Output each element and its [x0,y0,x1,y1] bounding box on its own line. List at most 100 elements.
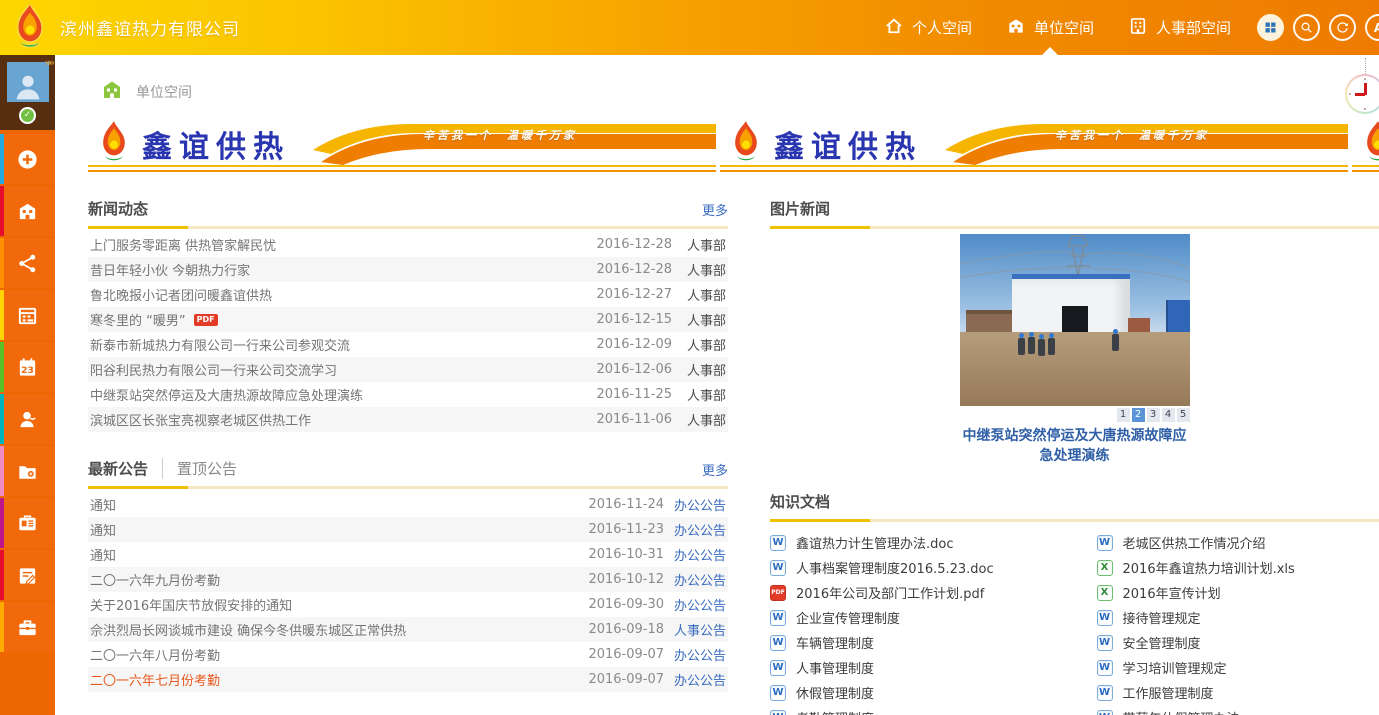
sidebar-item-home[interactable] [0,186,55,236]
search-button[interactable] [1293,14,1320,41]
news-item-title[interactable]: 滨城区区长张宝亮视察老城区供热工作 [90,410,592,429]
news-item-title[interactable]: 寒冬里的 “暖男”PDF [90,310,592,329]
doc-link[interactable]: W休假管理制度 [770,680,1053,705]
doc-link[interactable]: W鑫谊热力计生管理办法.doc [770,530,1053,555]
announcement-title[interactable]: 通知 [90,545,584,564]
announcement-category-link[interactable]: 办公公告 [664,645,726,664]
doc-name: 2016年鑫谊热力培训计划.xls [1123,558,1295,577]
news-more-link[interactable]: 更多 [702,200,728,219]
announcement-date: 2016-11-23 [584,522,664,537]
announcement-category-link[interactable]: 人事公告 [664,620,726,639]
doc-name: 企业宣传管理制度 [796,608,900,627]
documents-section-title: 知识文档 [770,491,830,512]
topnav-unit-space[interactable]: 单位空间 [1006,0,1094,55]
doc-link[interactable]: W学习培训管理规定 [1097,655,1379,680]
news-item-title[interactable]: 阳谷利民热力有限公司一行来公司交流学习 [90,360,592,379]
photo-caption-link[interactable]: 中继泵站突然停运及大唐热源故障应急处理演练 [960,425,1190,465]
announcement-category-link[interactable]: 办公公告 [664,545,726,564]
sidebar-item-share[interactable] [0,238,55,288]
doc-link[interactable]: W企业宣传管理制度 [770,605,1053,630]
news-item-title[interactable]: 鲁北晚报小记者团问暖鑫谊供热 [90,285,592,304]
sidebar-item-contacts[interactable] [0,394,55,444]
news-row: 阳谷利民热力有限公司一行来公司交流学习2016-12-06人事部 [88,357,728,382]
sidebar-item-schedule[interactable] [0,290,55,340]
clock-face [1345,74,1379,114]
news-item-title[interactable]: 新泰市新城热力有限公司一行来公司参观交流 [90,335,592,354]
doc-link[interactable]: W车辆管理制度 [770,630,1053,655]
section-underline [88,226,728,229]
word-file-icon: W [1097,610,1113,626]
announcement-tab-0[interactable]: 最新公告 [88,458,148,479]
photo-worker-figure [1112,334,1119,351]
announcement-title[interactable]: 二〇一六年八月份考勤 [90,645,584,664]
doc-link[interactable]: W人事档案管理制度2016.5.23.doc [770,555,1053,580]
news-item-date: 2016-12-28 [592,237,672,252]
sidebar-stripe [0,602,4,652]
doc-name: 2016年公司及部门工作计划.pdf [796,583,984,602]
sidebar-item-badge[interactable] [0,498,55,548]
announcements-more-link[interactable]: 更多 [702,460,728,479]
announcement-category-link[interactable]: 办公公告 [664,670,726,689]
photo-page-5[interactable]: 5 [1177,408,1190,422]
sidebar-profile: »» ✓ [0,55,55,130]
photo-news-image[interactable] [960,234,1190,406]
announcement-title[interactable]: 通知 [90,495,584,514]
doc-link[interactable]: W安全管理制度 [1097,630,1379,655]
photo-page-1[interactable]: 1 [1117,408,1130,422]
announcement-category-link[interactable]: 办公公告 [664,495,726,514]
news-item-title[interactable]: 中继泵站突然停运及大唐热源故障应急处理演练 [90,385,592,404]
doc-link[interactable]: W接待管理规定 [1097,605,1379,630]
banner-slogan-text: 辛苦我一个 温暖千万家 [1012,127,1252,143]
announcement-title[interactable]: 佘洪烈局长网谈城市建设 确保今冬供暖东城区正常供热 [90,620,584,639]
sidebar-stripe [0,290,4,340]
online-status-badge: ✓ [19,107,36,124]
topnav-personal-space[interactable]: 个人空间 [884,0,972,55]
announcement-row: 关于2016年国庆节放假安排的通知2016-09-30办公公告 [88,592,728,617]
excel-file-icon: X [1097,560,1113,576]
news-item-title[interactable]: 上门服务零距离 供热管家解民忧 [90,235,592,254]
clock-widget [1342,58,1379,114]
announcement-row: 通知2016-10-31办公公告 [88,542,728,567]
topnav-hr-space[interactable]: 人事部空间 [1128,0,1231,55]
announcement-tab-1[interactable]: 置顶公告 [162,458,237,479]
user-avatar[interactable] [7,62,49,102]
news-row: 中继泵站突然停运及大唐热源故障应急处理演练2016-11-25人事部 [88,382,728,407]
doc-link[interactable]: W工作服管理制度 [1097,680,1379,705]
doc-link[interactable]: W人事管理制度 [770,655,1053,680]
doc-link[interactable]: W考勤管理制度 [770,705,1053,715]
apps-grid-button[interactable] [1257,14,1284,41]
doc-name: 考勤管理制度 [796,708,874,715]
doc-link[interactable]: X2016年宣传计划 [1097,580,1379,605]
photo-page-3[interactable]: 3 [1147,408,1160,422]
doc-name: 工作服管理制度 [1123,683,1214,702]
photo-page-2[interactable]: 2 [1132,408,1145,422]
announcement-category-link[interactable]: 办公公告 [664,595,726,614]
doc-link[interactable]: PDF2016年公司及部门工作计划.pdf [770,580,1053,605]
announcement-title[interactable]: 二〇一六年九月份考勤 [90,570,584,589]
refresh-button[interactable] [1329,14,1356,41]
sidebar-item-documents[interactable] [0,446,55,496]
photo-page-4[interactable]: 4 [1162,408,1175,422]
announcement-title[interactable]: 通知 [90,520,584,539]
badge-icon [16,512,39,535]
topnav-hr-space-icon [1128,16,1148,40]
collapse-chevron-icon[interactable]: »» [45,56,52,69]
news-item-title[interactable]: 昔日年轻小伙 今朝热力行家 [90,260,592,279]
breadcrumb-home-icon [100,78,124,106]
announcement-category-link[interactable]: 办公公告 [664,520,726,539]
sidebar-item-add[interactable] [0,134,55,184]
breadcrumb: 单位空间 [55,55,1379,111]
sidebar-item-notes[interactable] [0,550,55,600]
announcement-title[interactable]: 二〇一六年七月份考勤 [90,670,584,689]
news-row: 上门服务零距离 供热管家解民忧2016-12-28人事部 [88,232,728,257]
doc-link[interactable]: X 2016年鑫谊热力培训计划.xls [1097,555,1379,580]
news-item-dept: 人事部 [672,285,726,304]
sidebar-item-calendar[interactable]: 23 [0,342,55,392]
doc-name: 学习培训管理规定 [1123,658,1227,677]
user-avatar-button[interactable]: A [1365,14,1379,41]
announcement-title[interactable]: 关于2016年国庆节放假安排的通知 [90,595,584,614]
doc-link[interactable]: W带薪年休假管理办法 [1097,705,1379,715]
announcement-category-link[interactable]: 办公公告 [664,570,726,589]
doc-link[interactable]: W老城区供热工作情况介绍 [1097,530,1379,555]
sidebar-item-toolbox[interactable] [0,602,55,652]
